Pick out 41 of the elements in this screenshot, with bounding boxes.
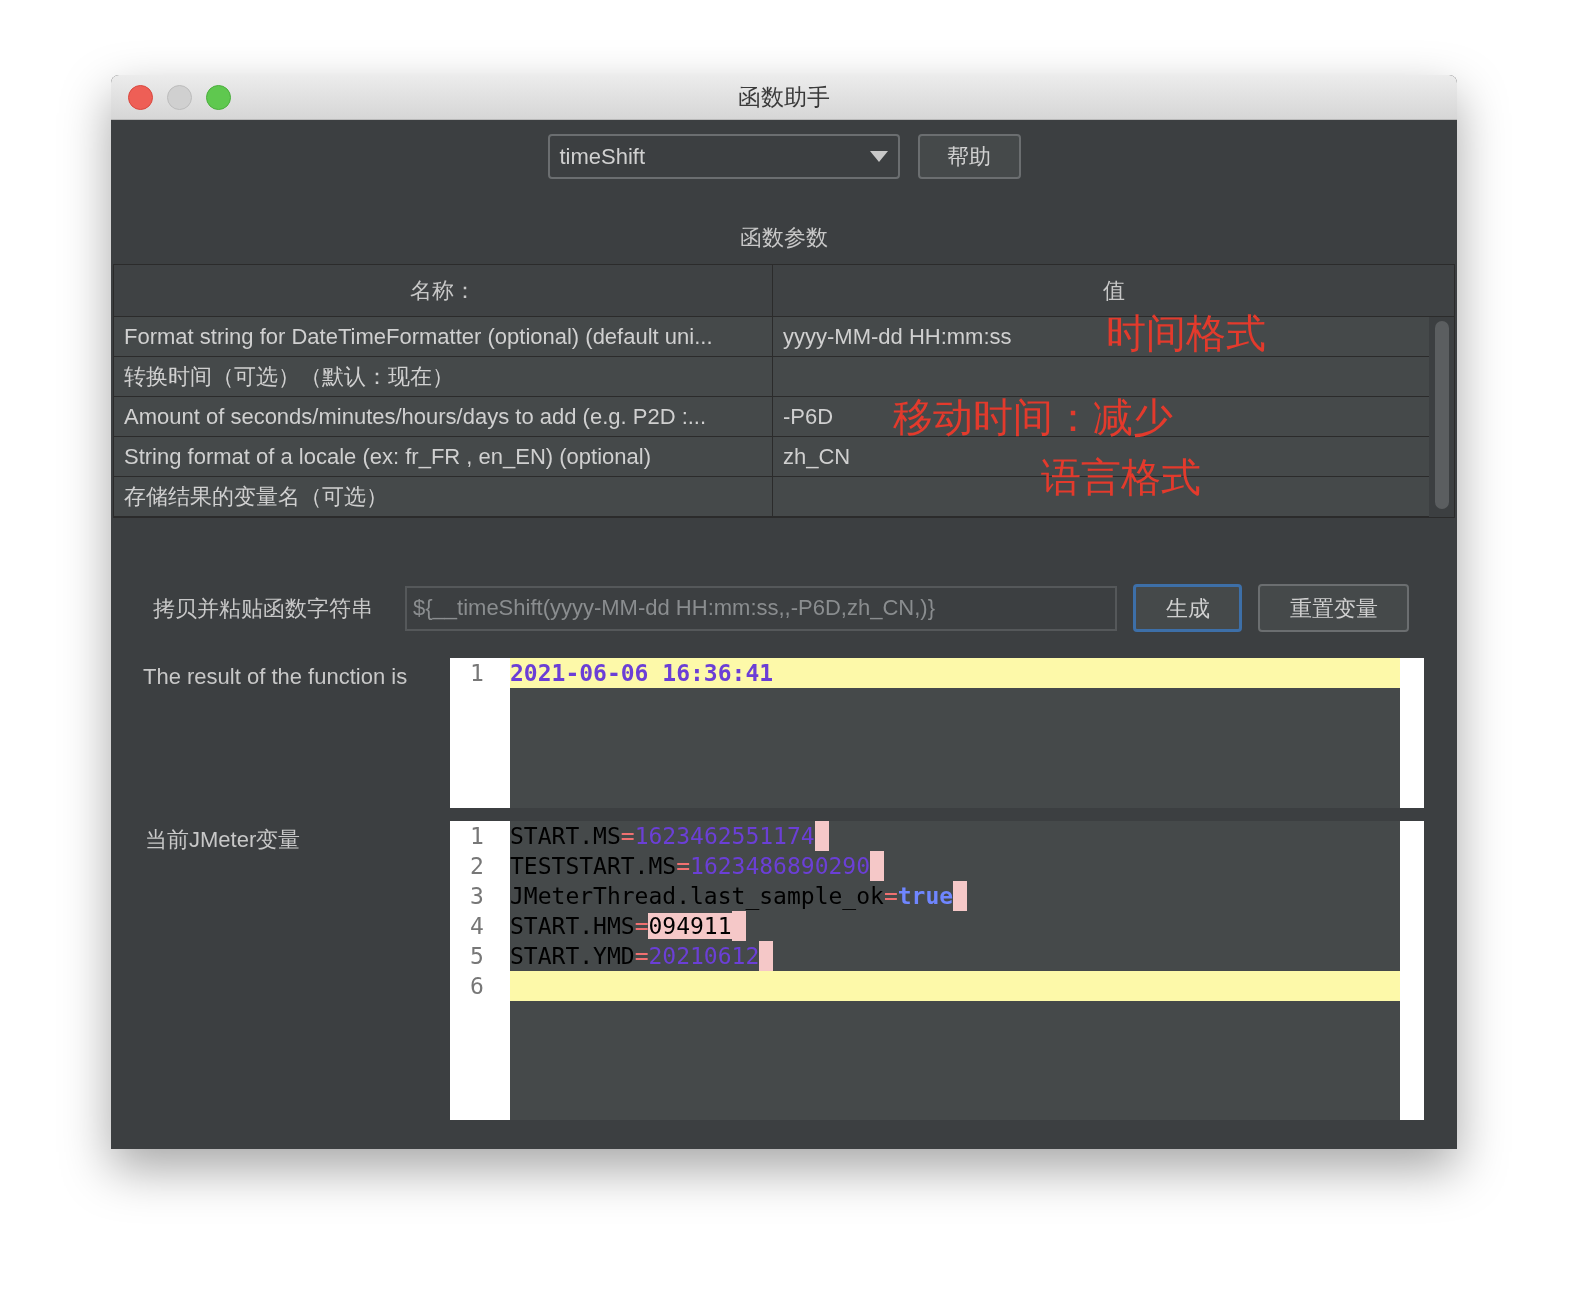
table-cell-text: 存储结果的变量名（可选） (124, 483, 388, 511)
help-button[interactable]: 帮助 (917, 134, 1021, 179)
function-dropdown[interactable]: timeShift (547, 134, 900, 179)
action-button[interactable]: 生成 (1133, 584, 1242, 632)
result-label: The result of the function is (143, 664, 408, 689)
variable-line: START.MS=1623462551174 (510, 823, 829, 849)
variable-line: START.YMD=20210612 (510, 943, 774, 969)
close-button[interactable] (128, 84, 153, 110)
result-text: 2021-06-06 16:36:41 (510, 660, 774, 686)
zoom-button[interactable] (206, 84, 231, 110)
annotation-text: 语言格式 (1041, 454, 1201, 501)
table-cell-text: zh_CN (783, 443, 851, 471)
column-header: 值 (1101, 277, 1126, 305)
table-cell-text: Format string for DateTimeFormatter (optional) (default uni... (124, 323, 713, 351)
variable-line: START.HMS=094911 (510, 913, 746, 939)
table-cell-text: 转换时间（可选）（默认：现在） (124, 363, 454, 391)
action-button[interactable]: 重置变量 (1258, 584, 1409, 632)
caret-icon (869, 151, 888, 162)
line-number: 4 (470, 913, 484, 939)
window-title: 函数助手 (738, 82, 830, 112)
table-cell-text: Amount of seconds/minutes/hours/days to add (e.g. P2D :... (124, 403, 707, 431)
annotation-text: 移动时间：减少 (893, 394, 1173, 441)
function-string-field[interactable]: ${__timeShift(yyyy-MM-dd HH:mm:ss,,-P6D,zh_CN,)} (405, 585, 1117, 631)
line-number: 2 (470, 853, 484, 879)
line-number: 3 (470, 883, 484, 909)
minimize-button[interactable] (167, 84, 192, 110)
field-label: 拷贝并粘贴函数字符串 (153, 594, 374, 623)
variable-line: JMeterThread.last_sample_ok=true (510, 883, 968, 909)
annotation-text: 时间格式 (1106, 310, 1266, 357)
line-number: 1 (470, 660, 484, 686)
variable-line: TESTSTART.MS=1623486890290 (510, 853, 885, 879)
table-cell-text: yyyy-MM-dd HH:mm:ss (783, 323, 1012, 351)
line-number: 1 (470, 823, 484, 849)
line-number: 5 (470, 943, 484, 969)
variables-label: 当前JMeter变量 (145, 827, 301, 852)
line-number: 6 (470, 973, 484, 999)
column-header: 名称： (114, 265, 773, 316)
table-cell-text: -P6D (783, 403, 834, 431)
scrollbar-thumb[interactable] (1434, 321, 1449, 509)
table-cell-text: String format of a locale (ex: fr_FR , en_EN) (optional) (124, 443, 651, 471)
section-title: 函数参数 (740, 224, 828, 252)
